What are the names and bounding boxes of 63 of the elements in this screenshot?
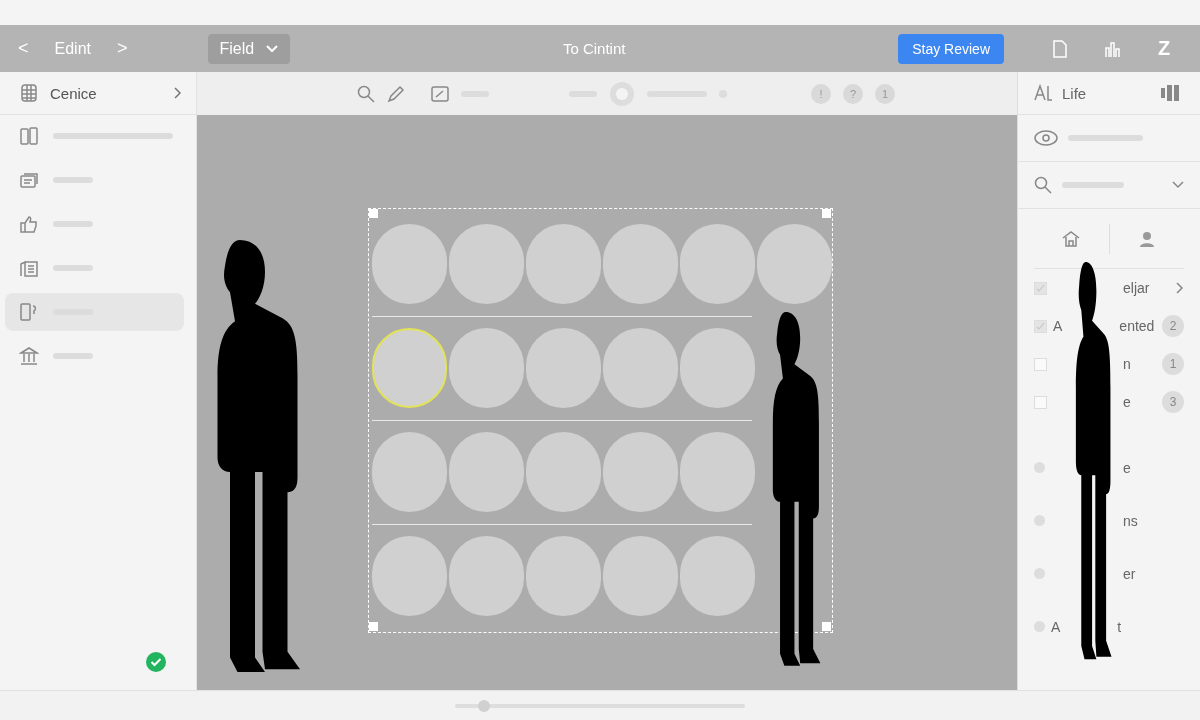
- list-label: A: [1051, 618, 1061, 635]
- placeholder-bar: [53, 177, 93, 183]
- grid-icon: [20, 83, 38, 103]
- placeholder-bar: [53, 221, 93, 227]
- resize-handle[interactable]: [369, 209, 378, 218]
- building-icon: [19, 258, 39, 278]
- z-button[interactable]: Z: [1148, 33, 1180, 64]
- chevron-right-icon: [174, 87, 182, 99]
- chevron-down-icon: [266, 44, 279, 53]
- page-title: Edint: [54, 39, 91, 58]
- list-label: n: [1123, 356, 1131, 372]
- list-label: e: [1123, 394, 1131, 410]
- eye-icon[interactable]: [1034, 129, 1058, 147]
- chevron-right-icon[interactable]: [1176, 282, 1184, 294]
- count-badge: 3: [1162, 391, 1184, 413]
- step-badge[interactable]: 1: [875, 83, 895, 104]
- search-icon[interactable]: [357, 84, 375, 103]
- selection-frame[interactable]: [368, 208, 833, 633]
- user-icon: [1137, 229, 1156, 248]
- chevron-down-icon[interactable]: [1172, 181, 1184, 189]
- book-icon: [19, 126, 39, 146]
- slider-thumb[interactable]: [478, 699, 490, 712]
- home-icon: [1062, 229, 1081, 248]
- sidebar-header[interactable]: Cenice: [0, 72, 196, 115]
- placeholder-bar: [53, 265, 93, 271]
- checkbox[interactable]: [1034, 357, 1047, 371]
- check-circle-icon: [146, 652, 166, 672]
- list-label: e: [1123, 459, 1131, 476]
- checkbox[interactable]: [1034, 395, 1047, 409]
- sidebar-title: Cenice: [50, 84, 98, 102]
- checkbox[interactable]: [1034, 319, 1047, 333]
- resize-handle[interactable]: [822, 622, 831, 631]
- list-label: ented: [1119, 318, 1155, 334]
- list-label: eljar: [1123, 280, 1150, 296]
- bank-icon: [19, 346, 39, 366]
- review-button[interactable]: Stay Review: [898, 33, 1004, 64]
- phone-icon: [19, 302, 39, 322]
- document-title: To Cintint: [561, 40, 627, 57]
- columns-icon[interactable]: [1160, 84, 1180, 102]
- stack-icon: [19, 170, 39, 190]
- image-icon[interactable]: [431, 84, 449, 103]
- pencil-icon[interactable]: [387, 84, 405, 103]
- thumbs-up-icon: [19, 214, 39, 234]
- search-icon[interactable]: [1034, 176, 1052, 194]
- count-badge: 1: [1162, 353, 1184, 375]
- text-style-icon[interactable]: [1034, 84, 1054, 102]
- resize-handle[interactable]: [369, 622, 378, 631]
- checkbox[interactable]: [1034, 281, 1047, 295]
- forward-button[interactable]: >: [111, 38, 134, 59]
- back-button[interactable]: <: [12, 38, 35, 59]
- sidebar-item[interactable]: [5, 293, 184, 331]
- field-dropdown[interactable]: Field: [207, 33, 291, 64]
- list-label: A: [1053, 318, 1063, 334]
- panel-title: Life: [1062, 84, 1088, 102]
- list-label: ns: [1123, 512, 1138, 529]
- list-label: er: [1123, 565, 1136, 582]
- list-label: t: [1117, 618, 1122, 635]
- step-badge[interactable]: !: [811, 83, 831, 104]
- placeholder-bar: [1062, 182, 1124, 188]
- count-badge: 2: [1162, 315, 1184, 337]
- placeholder-bar: [53, 353, 93, 359]
- step-badge[interactable]: ?: [843, 83, 863, 104]
- resize-handle[interactable]: [822, 209, 831, 218]
